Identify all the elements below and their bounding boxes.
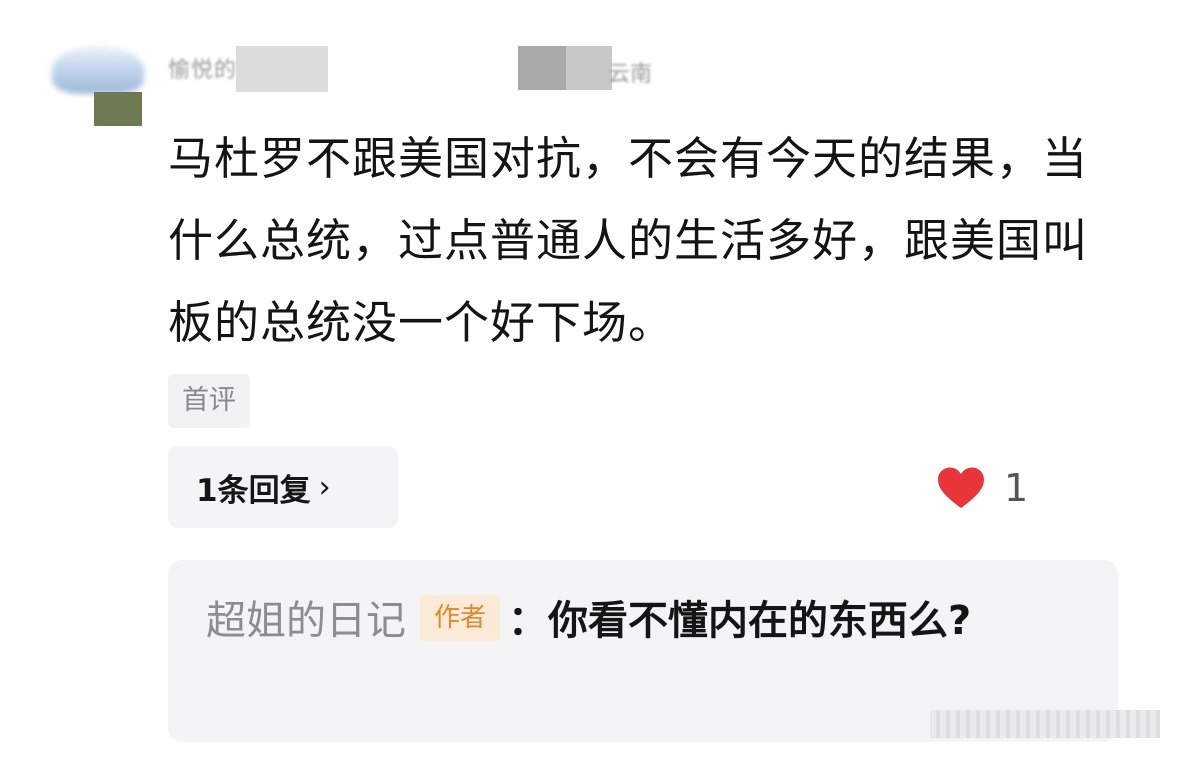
info-redaction-light [566,46,612,90]
comment-meta: 愉悦的 云南 [168,46,728,94]
avatar-sky [52,46,144,94]
replies-label: 1条回复 [196,472,311,509]
user-avatar[interactable] [52,42,144,128]
chevron-right-icon: › [318,469,331,505]
name-redaction [236,46,328,92]
watermark-strip [930,710,1160,738]
user-location: 云南 [608,62,653,87]
reply-content: 超姐的日记 作者 ：你看不懂内在的东西么? [206,586,1082,656]
reply-author-name[interactable]: 超姐的日记 [206,598,406,644]
user-name[interactable]: 愉悦的 [168,52,237,84]
avatar-ground [94,92,142,126]
heart-icon [938,467,984,508]
info-redaction [518,46,566,90]
author-badge: 作者 [420,595,501,641]
first-comment-badge: 首评 [168,374,250,428]
like-button[interactable]: 1 [936,462,1028,514]
reply-text: ：你看不懂内在的东西么? [508,598,972,644]
view-replies-button[interactable]: 1条回复 › [168,446,398,528]
comment-text: 马杜罗不跟美国对抗，不会有今天的结果，当什么总统，过点普通人的生活多好，跟美国叫… [168,132,1089,349]
like-count: 1 [1004,466,1029,510]
